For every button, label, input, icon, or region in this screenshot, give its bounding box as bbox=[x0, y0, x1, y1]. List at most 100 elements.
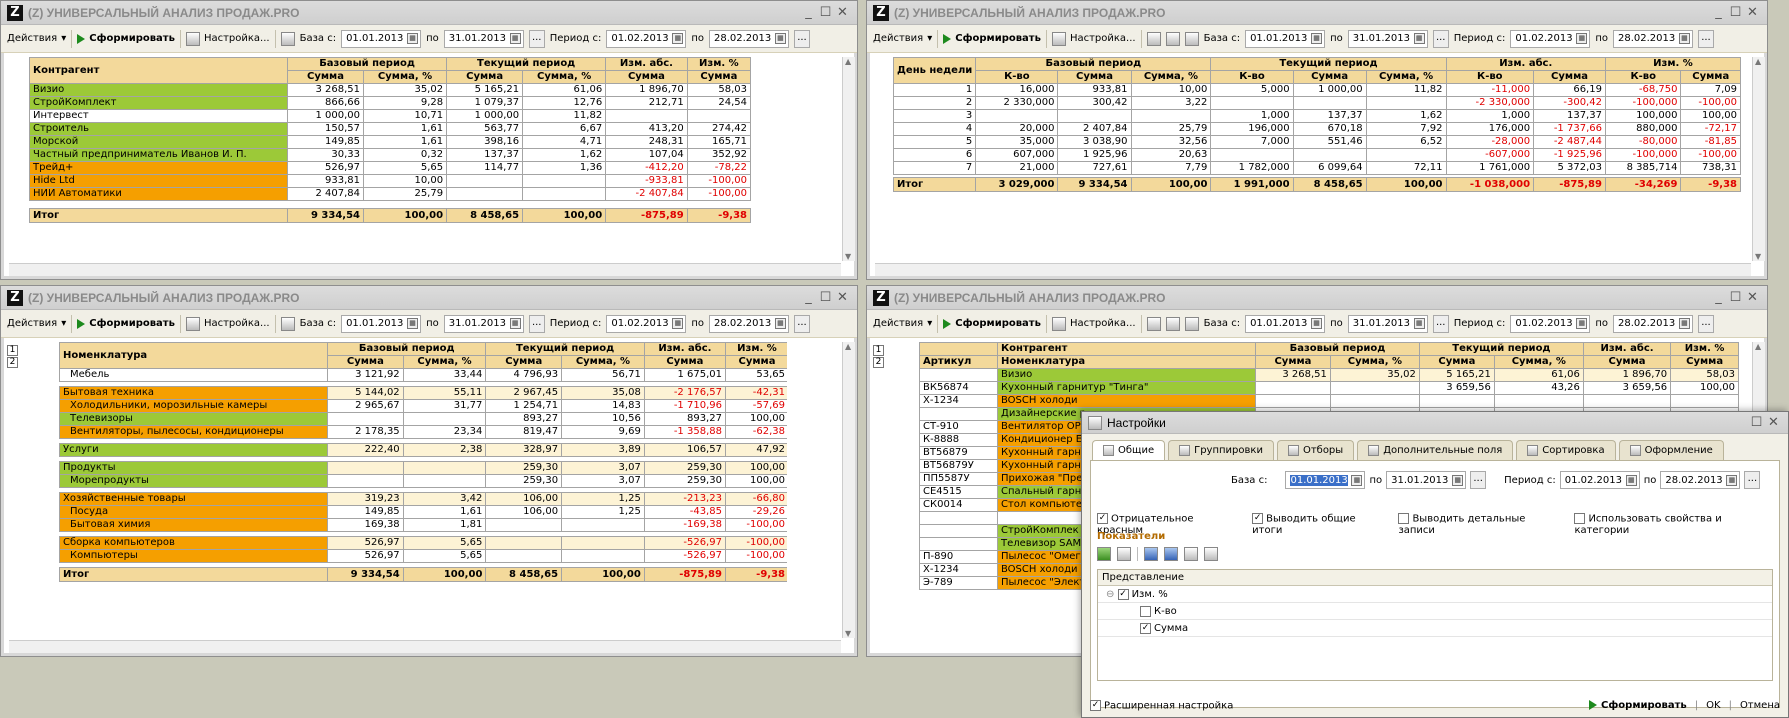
move-down-icon[interactable] bbox=[1164, 547, 1178, 561]
base-end-field[interactable]: 31.01.2013 ▦ bbox=[443, 314, 524, 333]
extended-settings-checkbox[interactable]: ✓ Расширенная настройка bbox=[1090, 699, 1233, 711]
tab-appearance[interactable]: Оформление bbox=[1618, 440, 1724, 460]
group-row[interactable]: Сборка компьютеров 526,97 5,65 -526,97 -100,… bbox=[59, 536, 787, 550]
maximize-icon[interactable]: ☐ bbox=[817, 290, 834, 305]
table-row[interactable]: 5 35,000 3 038,90 32,56 7,000 551,46 6,52 -28,0… bbox=[893, 135, 1741, 149]
calendar-icon[interactable]: ▦ bbox=[509, 33, 521, 44]
generate-button[interactable]: Сформировать bbox=[1589, 700, 1687, 711]
table-row[interactable]: Компьютеры 526,97 5,65 -526,97 -100,00 bbox=[59, 549, 787, 563]
table-row[interactable]: Визио 3 268,51 35,02 5 165,21 61,06 1 896,70 5… bbox=[29, 83, 752, 97]
calendar-icon[interactable]: ▦ bbox=[1576, 318, 1588, 329]
base-period-select-button[interactable]: ... bbox=[528, 314, 545, 333]
report-icon[interactable] bbox=[280, 316, 295, 331]
report-icon[interactable] bbox=[1146, 31, 1161, 46]
period-select-button[interactable]: ... bbox=[1744, 471, 1761, 489]
calendar-icon[interactable]: ▦ bbox=[1678, 33, 1690, 44]
base-start-field[interactable]: 01.01.2013 ▦ bbox=[341, 314, 422, 333]
calendar-icon[interactable]: ▦ bbox=[1311, 318, 1323, 329]
table-row[interactable]: 3 1,000 137,37 1,62 1,000 137,37 100,000 100,00 bbox=[893, 109, 1741, 123]
dialog-titlebar[interactable]: Настройки ☐ ✕ bbox=[1082, 412, 1788, 434]
show-details-checkbox[interactable]: Выводить детальные записи bbox=[1398, 513, 1564, 536]
period-select-button[interactable]: ... bbox=[1697, 29, 1714, 48]
calendar-icon[interactable]: ▦ bbox=[407, 33, 419, 44]
period-start-field[interactable]: 01.02.2013 ▦ bbox=[606, 314, 687, 333]
actions-menu[interactable]: Действия ▾ bbox=[7, 33, 66, 44]
sort-desc-icon[interactable] bbox=[1204, 547, 1218, 561]
period-select-button[interactable]: ... bbox=[793, 314, 810, 333]
period-end-field[interactable]: 28.02.2013 ▦ bbox=[708, 314, 789, 333]
table-row[interactable]: Бытовая химия 169,38 1,81 -169,38 -100,00 bbox=[59, 518, 787, 532]
group-row[interactable]: Продукты 259,30 3,07 259,30 100,00 bbox=[59, 461, 787, 475]
filter-icon[interactable] bbox=[1165, 316, 1180, 331]
period-end-field[interactable]: 28.02.2013 ▦ bbox=[1612, 314, 1693, 333]
table-row[interactable]: Частный предприниматель Иванов И. П. 30,3… bbox=[29, 148, 752, 162]
checkmark-icon[interactable]: ✓ bbox=[1117, 588, 1129, 600]
base-start-field[interactable]: 01.01.2013 ▦ bbox=[1245, 29, 1326, 48]
calendar-icon[interactable]: ▦ bbox=[1452, 474, 1464, 486]
calendar-icon[interactable]: ▦ bbox=[509, 318, 521, 329]
horizontal-scrollbar[interactable] bbox=[9, 640, 841, 653]
table-row[interactable]: Посуда 149,85 1,61 106,00 1,25 -43,85 -29,26 bbox=[59, 505, 787, 519]
period-start-field[interactable]: 01.02.2013 ▦ bbox=[1559, 471, 1640, 489]
add-icon[interactable] bbox=[1097, 547, 1111, 561]
table-icon[interactable] bbox=[1184, 316, 1199, 331]
base-period-select-button[interactable]: ... bbox=[1432, 314, 1449, 333]
vertical-scrollbar[interactable] bbox=[842, 57, 855, 261]
calendar-icon[interactable]: ▦ bbox=[1311, 33, 1323, 44]
report-icon[interactable] bbox=[1146, 316, 1161, 331]
settings-button[interactable]: Настройка... bbox=[1051, 316, 1136, 331]
base-end-field[interactable]: 31.01.2013 ▦ bbox=[443, 29, 524, 48]
table-row[interactable]: Морской 149,85 1,61 398,16 4,71 248,31 165,71 bbox=[29, 135, 752, 149]
tab-filters[interactable]: Отборы bbox=[1276, 440, 1355, 460]
period-start-field[interactable]: 01.02.2013 ▦ bbox=[1510, 314, 1591, 333]
actions-menu[interactable]: Действия ▾ bbox=[873, 318, 932, 329]
calendar-icon[interactable]: ▦ bbox=[1413, 318, 1425, 329]
base-end-field[interactable]: 31.01.2013 ▦ bbox=[1347, 29, 1428, 48]
copy-icon[interactable] bbox=[1117, 547, 1131, 561]
maximize-icon[interactable]: ☐ bbox=[1748, 415, 1765, 430]
table-row[interactable]: Интервест 1 000,00 10,71 1 000,00 11,82 bbox=[29, 109, 752, 123]
calendar-icon[interactable]: ▦ bbox=[774, 318, 786, 329]
table-row[interactable]: Х-1234 BOSCH холоди bbox=[919, 394, 1739, 408]
tree-node-sum[interactable]: ✓ Сумма bbox=[1098, 620, 1772, 637]
generate-button[interactable]: Сформировать bbox=[943, 33, 1041, 44]
checkbox-icon[interactable] bbox=[1140, 605, 1151, 617]
cancel-button[interactable]: Отмена bbox=[1740, 700, 1780, 711]
close-icon[interactable]: ✕ bbox=[1765, 415, 1782, 430]
tab-groupings[interactable]: Группировки bbox=[1168, 440, 1274, 460]
maximize-icon[interactable]: ☐ bbox=[1727, 290, 1744, 305]
group-row[interactable]: Услуги 222,40 2,38 328,97 3,89 106,57 47,92 bbox=[59, 443, 787, 457]
close-icon[interactable]: ✕ bbox=[1744, 290, 1761, 305]
period-start-field[interactable]: 01.02.2013 ▦ bbox=[606, 29, 687, 48]
window-titlebar[interactable]: Z (Z) УНИВЕРСАЛЬНЫЙ АНАЛИЗ ПРОДАЖ.PRO _ … bbox=[867, 1, 1767, 25]
table-row[interactable]: Морепродукты 259,30 3,07 259,30 100,00 bbox=[59, 474, 787, 488]
close-icon[interactable]: ✕ bbox=[834, 290, 851, 305]
table-row[interactable]: Визио 3 268,51 35,02 5 165,21 61,06 1 896,70 5… bbox=[919, 368, 1739, 382]
table-row[interactable]: 7 21,000 727,61 7,79 1 782,000 6 099,64 72,11 1… bbox=[893, 161, 1741, 175]
close-icon[interactable]: ✕ bbox=[834, 5, 851, 20]
collapse-icon[interactable]: ⊖ bbox=[1106, 589, 1114, 600]
tree-node-pct[interactable]: ⊖ ✓ Изм. % bbox=[1098, 586, 1772, 603]
tab-sorting[interactable]: Сортировка bbox=[1516, 440, 1616, 460]
move-up-icon[interactable] bbox=[1144, 547, 1158, 561]
period-end-field[interactable]: 28.02.2013 ▦ bbox=[1660, 471, 1741, 489]
vertical-scrollbar[interactable] bbox=[1752, 57, 1765, 261]
level-1-button[interactable]: 1 bbox=[873, 345, 884, 356]
table-row[interactable]: Телевизоры 893,27 10,56 893,27 100,00 bbox=[59, 412, 787, 426]
table-row[interactable]: 1 16,000 933,81 10,00 5,000 1 000,00 11,82 -11,… bbox=[893, 83, 1741, 97]
base-start-field[interactable]: 01.01.2013 ▦ bbox=[1285, 471, 1366, 489]
base-start-field[interactable]: 01.01.2013 ▦ bbox=[1245, 314, 1326, 333]
table-row[interactable]: 4 20,000 2 407,84 25,79 196,000 670,18 7,92 176… bbox=[893, 122, 1741, 136]
base-period-select-button[interactable]: ... bbox=[1470, 471, 1487, 489]
table-row[interactable]: Строитель 150,57 1,61 563,77 6,67 413,20 274,4… bbox=[29, 122, 752, 136]
calendar-icon[interactable]: ▦ bbox=[672, 33, 684, 44]
period-end-field[interactable]: 28.02.2013 ▦ bbox=[708, 29, 789, 48]
calendar-icon[interactable]: ▦ bbox=[774, 33, 786, 44]
table-row[interactable]: Трейд+ 526,97 5,65 114,77 1,36 -412,20 -78,22 bbox=[29, 161, 752, 175]
calendar-icon[interactable]: ▦ bbox=[1576, 33, 1588, 44]
calendar-icon[interactable]: ▦ bbox=[1351, 474, 1363, 486]
table-row[interactable]: НИИ Автоматики 2 407,84 25,79 -2 407,84 -100… bbox=[29, 187, 752, 201]
minimize-icon[interactable]: _ bbox=[1710, 290, 1727, 305]
close-icon[interactable]: ✕ bbox=[1744, 5, 1761, 20]
base-start-field[interactable]: 01.01.2013 ▦ bbox=[341, 29, 422, 48]
